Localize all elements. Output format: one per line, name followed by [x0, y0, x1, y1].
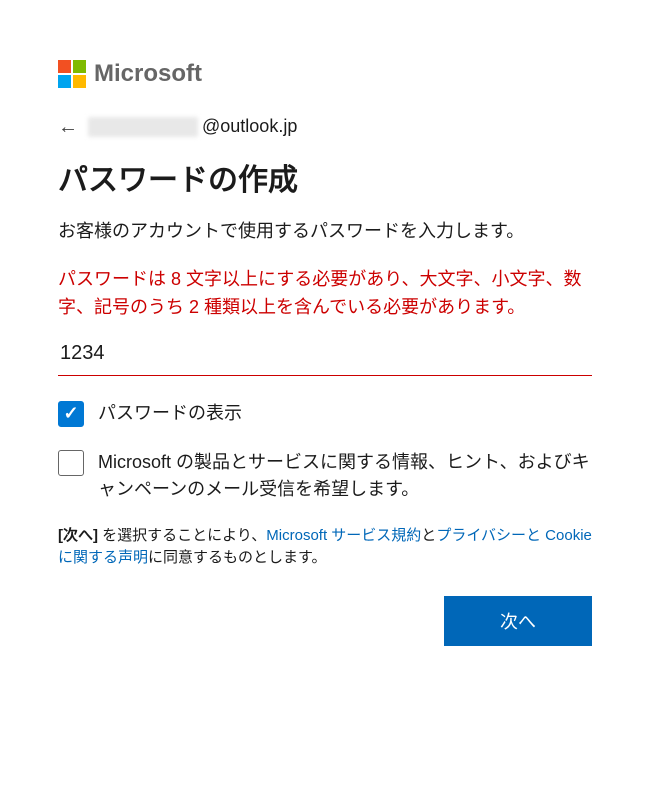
consent-text-1: を選択することにより、	[98, 527, 266, 544]
button-row: 次へ	[58, 596, 592, 646]
marketing-label: Microsoft の製品とサービスに関する情報、ヒント、およびキャンペーンのメ…	[98, 449, 592, 503]
password-input[interactable]	[58, 336, 592, 376]
next-button[interactable]: 次へ	[444, 596, 592, 646]
check-icon: ✓	[63, 403, 78, 424]
microsoft-logo-icon	[58, 60, 86, 88]
consent-text-2: と	[421, 527, 436, 544]
show-password-option: ✓ パスワードの表示	[58, 400, 592, 427]
consent-prefix: [次へ]	[58, 527, 98, 544]
identity-row: ← @outlook.jp	[58, 116, 592, 137]
marketing-option: Microsoft の製品とサービスに関する情報、ヒント、およびキャンペーンのメ…	[58, 449, 592, 503]
password-error-message: パスワードは 8 文字以上にする必要があり、大文字、小文字、数字、記号のうち 2…	[58, 266, 592, 322]
show-password-checkbox[interactable]: ✓	[58, 401, 84, 427]
brand-name: Microsoft	[94, 60, 202, 88]
page-title: パスワードの作成	[58, 155, 592, 199]
back-arrow-icon[interactable]: ←	[58, 117, 78, 137]
page-description: お客様のアカウントで使用するパスワードを入力します。	[58, 219, 592, 244]
service-agreement-link[interactable]: Microsoft サービス規約	[266, 527, 421, 544]
show-password-label: パスワードの表示	[98, 400, 242, 427]
email-domain: @outlook.jp	[202, 116, 297, 137]
brand-header: Microsoft	[58, 60, 592, 88]
marketing-checkbox[interactable]	[58, 450, 84, 476]
consent-text-3: に同意するものとします。	[148, 549, 327, 566]
consent-text: [次へ] を選択することにより、Microsoft サービス規約とプライバシーと…	[58, 525, 592, 570]
email-local-redacted	[88, 117, 198, 137]
